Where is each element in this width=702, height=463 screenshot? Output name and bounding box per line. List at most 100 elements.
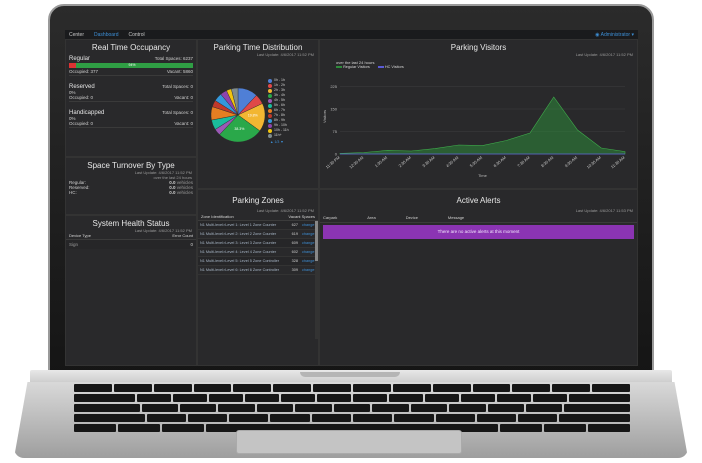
x-tick-label: 11:30 PM	[325, 155, 341, 170]
health-col-device: Device Type	[69, 233, 91, 238]
health-errors: 0	[190, 242, 193, 247]
zones-col-zone: Zone Identification	[201, 214, 234, 219]
x-tick-label: 2:30 AM	[397, 155, 411, 168]
regular-occupied-fill	[69, 63, 77, 68]
user-name: Administrator	[600, 31, 631, 38]
turnover-title: Space Turnover By Type	[87, 161, 175, 170]
parking-time-legend: 0h - 1h 1h - 2h 2h - 3h 3h - 4h 4h - 5h 5h - …	[268, 78, 289, 138]
regular-occupied: Occupied: 377	[69, 69, 99, 74]
trackpad	[236, 430, 462, 454]
regular-label: Regular	[69, 56, 91, 62]
zone-vacant: 619	[288, 229, 300, 239]
tab-control[interactable]: Control	[128, 32, 144, 38]
zones-panel: Parking Zones Last Update: 4/6/2017 11:5…	[197, 189, 319, 366]
health-panel: System Health Status Last Update: 4/6/20…	[65, 215, 197, 366]
table-row: N1 Multi-level>Level 1: Level 1 Zone Cou…	[198, 221, 318, 230]
parking-time-title: Parking Time Distribution	[213, 43, 303, 52]
handicapped-vacant: Vacant: 0	[174, 121, 193, 126]
y-tick-label: 225	[330, 84, 337, 89]
parking-time-panel: Parking Time Distribution Last Update: 4…	[197, 39, 319, 189]
alerts-empty-message: There are no active alerts at this momen…	[323, 225, 634, 239]
visitors-last-update: Last Update: 4/6/2017 11:52 PM	[575, 52, 633, 57]
reserved-total: Total Spaces: 0	[162, 84, 193, 89]
legend-item[interactable]: 11h+	[268, 133, 289, 138]
turnover-row: HC: 0.0 vehicles	[66, 190, 196, 195]
visitors-area-chart: 07515022511:30 PM 12:30 AM 1:30 AM 2:30 AM 3…	[322, 84, 626, 178]
parking-time-pie-chart: 19.8% 38.3%	[210, 87, 266, 143]
legend-pager[interactable]: ▲ 1/3 ▼	[270, 140, 284, 144]
zone-vacant: 609	[288, 238, 300, 248]
regular-occupancy-bar: 94%	[69, 63, 193, 68]
series-regular-area[interactable]	[339, 96, 626, 155]
y-tick-label: 150	[330, 107, 337, 112]
pie-slice-label: 19.8%	[248, 113, 258, 117]
zone-name: N1 Multi-level>Level 4: Level 4 Zone Cou…	[198, 247, 289, 257]
handicapped-occupied: Occupied: 0	[69, 121, 94, 126]
top-nav: Center Dashboard Control ◉ Administrator…	[65, 30, 638, 39]
zone-vacant: 627	[288, 221, 300, 230]
visitors-title: Parking Visitors	[450, 43, 507, 52]
x-tick-label: 8:30 AM	[540, 155, 554, 168]
dashboard-screen: Center Dashboard Control ◉ Administrator…	[65, 30, 638, 366]
occupancy-title: Real Time Occupancy	[91, 43, 171, 52]
table-row: N1 Multi-level>Level 5: Level 5 Zone Con…	[198, 256, 318, 266]
visitors-panel: Parking Visitors Last Update: 4/6/2017 1…	[319, 39, 638, 189]
zones-scroll-area[interactable]: N1 Multi-level>Level 1: Level 1 Zone Cou…	[198, 221, 318, 339]
zone-name: N1 Multi-level>Level 1: Level 1 Zone Cou…	[198, 221, 289, 230]
x-tick-label: 4:30 AM	[445, 155, 459, 168]
zone-vacant: 309	[288, 265, 300, 275]
alerts-title: Active Alerts	[456, 196, 501, 205]
x-tick-label: 6:30 AM	[492, 155, 506, 168]
table-row: N1 Multi-level>Level 2: Level 2 Zone Cou…	[198, 229, 318, 239]
zone-name: N1 Multi-level>Level 3: Level 3 Zone Cou…	[198, 238, 289, 248]
zones-col-vacant: Vacant Spaces	[288, 214, 315, 219]
table-row: Sign 0	[66, 240, 196, 249]
y-tick-label: 75	[333, 129, 338, 134]
alerts-column-header[interactable]: Area	[367, 215, 375, 220]
regular-vacant: Vacant: 5860	[166, 69, 193, 74]
table-row: N1 Multi-level>Level 3: Level 3 Zone Cou…	[198, 238, 318, 248]
y-axis-label: Visitors	[322, 110, 327, 123]
turnover-value: 0.0 vehicles	[169, 190, 193, 195]
zones-title: Parking Zones	[232, 196, 284, 205]
tab-center[interactable]: Center	[69, 32, 84, 38]
tab-dashboard[interactable]: Dashboard	[94, 32, 118, 38]
zones-scrollbar[interactable]	[315, 221, 318, 339]
x-tick-label: 10:30 AM	[586, 155, 602, 170]
legend-label: 11h+	[274, 133, 282, 137]
health-col-errors: Error Count	[172, 233, 193, 238]
zone-name: N1 Multi-level>Level 6: Level 6 Zone Con…	[198, 265, 289, 275]
regular-total: Total Spaces: 6237	[154, 56, 193, 61]
handicapped-total: Total Spaces: 0	[162, 110, 193, 115]
user-menu[interactable]: ◉ Administrator ▾	[595, 32, 634, 38]
table-row: N1 Multi-level>Level 6: Level 6 Zone Con…	[198, 265, 318, 275]
turnover-list: Regular: 0.0 vehicles Reserved: 0.0 vehicle…	[66, 180, 196, 195]
health-device: Sign	[69, 242, 79, 247]
x-tick-label: 12:30 AM	[348, 155, 364, 170]
table-row: N1 Multi-level>Level 4: Level 4 Zone Cou…	[198, 247, 318, 257]
zone-name: N1 Multi-level>Level 5: Level 5 Zone Con…	[198, 256, 289, 266]
turnover-panel: Space Turnover By Type Last Update: 4/6/…	[65, 157, 197, 215]
keyboard	[73, 384, 631, 432]
legend-pager-text: 1/3	[274, 140, 280, 144]
zone-name: N1 Multi-level>Level 2: Level 2 Zone Cou…	[198, 229, 289, 239]
zone-vacant: 328	[288, 256, 300, 266]
x-tick-label: 9:30 AM	[564, 155, 578, 168]
alerts-column-header[interactable]: Device	[406, 215, 418, 220]
x-axis-label: Time	[478, 173, 488, 178]
x-tick-label: 1:30 AM	[374, 155, 388, 168]
laptop-notch	[300, 372, 400, 377]
alerts-column-header[interactable]: Message	[448, 215, 464, 220]
reserved-occupied: Occupied: 0	[69, 95, 94, 100]
turnover-label: HC:	[69, 190, 77, 195]
reserved-vacant: Vacant: 0	[174, 95, 193, 100]
x-tick-label: 7:30 AM	[516, 155, 530, 168]
alerts-column-header[interactable]: Carpark	[323, 215, 337, 220]
alerts-panel: Active Alerts Last Update: 4/6/2017 11:5…	[319, 189, 638, 366]
health-title: System Health Status	[92, 219, 170, 228]
x-tick-label: 3:30 AM	[421, 155, 435, 168]
regular-percent: 94%	[128, 63, 136, 67]
zone-vacant: 602	[288, 247, 300, 257]
occupancy-panel: Real Time Occupancy Regular Total Spaces…	[65, 39, 197, 157]
alerts-table-header: Carpark Area Device Message	[320, 213, 637, 223]
